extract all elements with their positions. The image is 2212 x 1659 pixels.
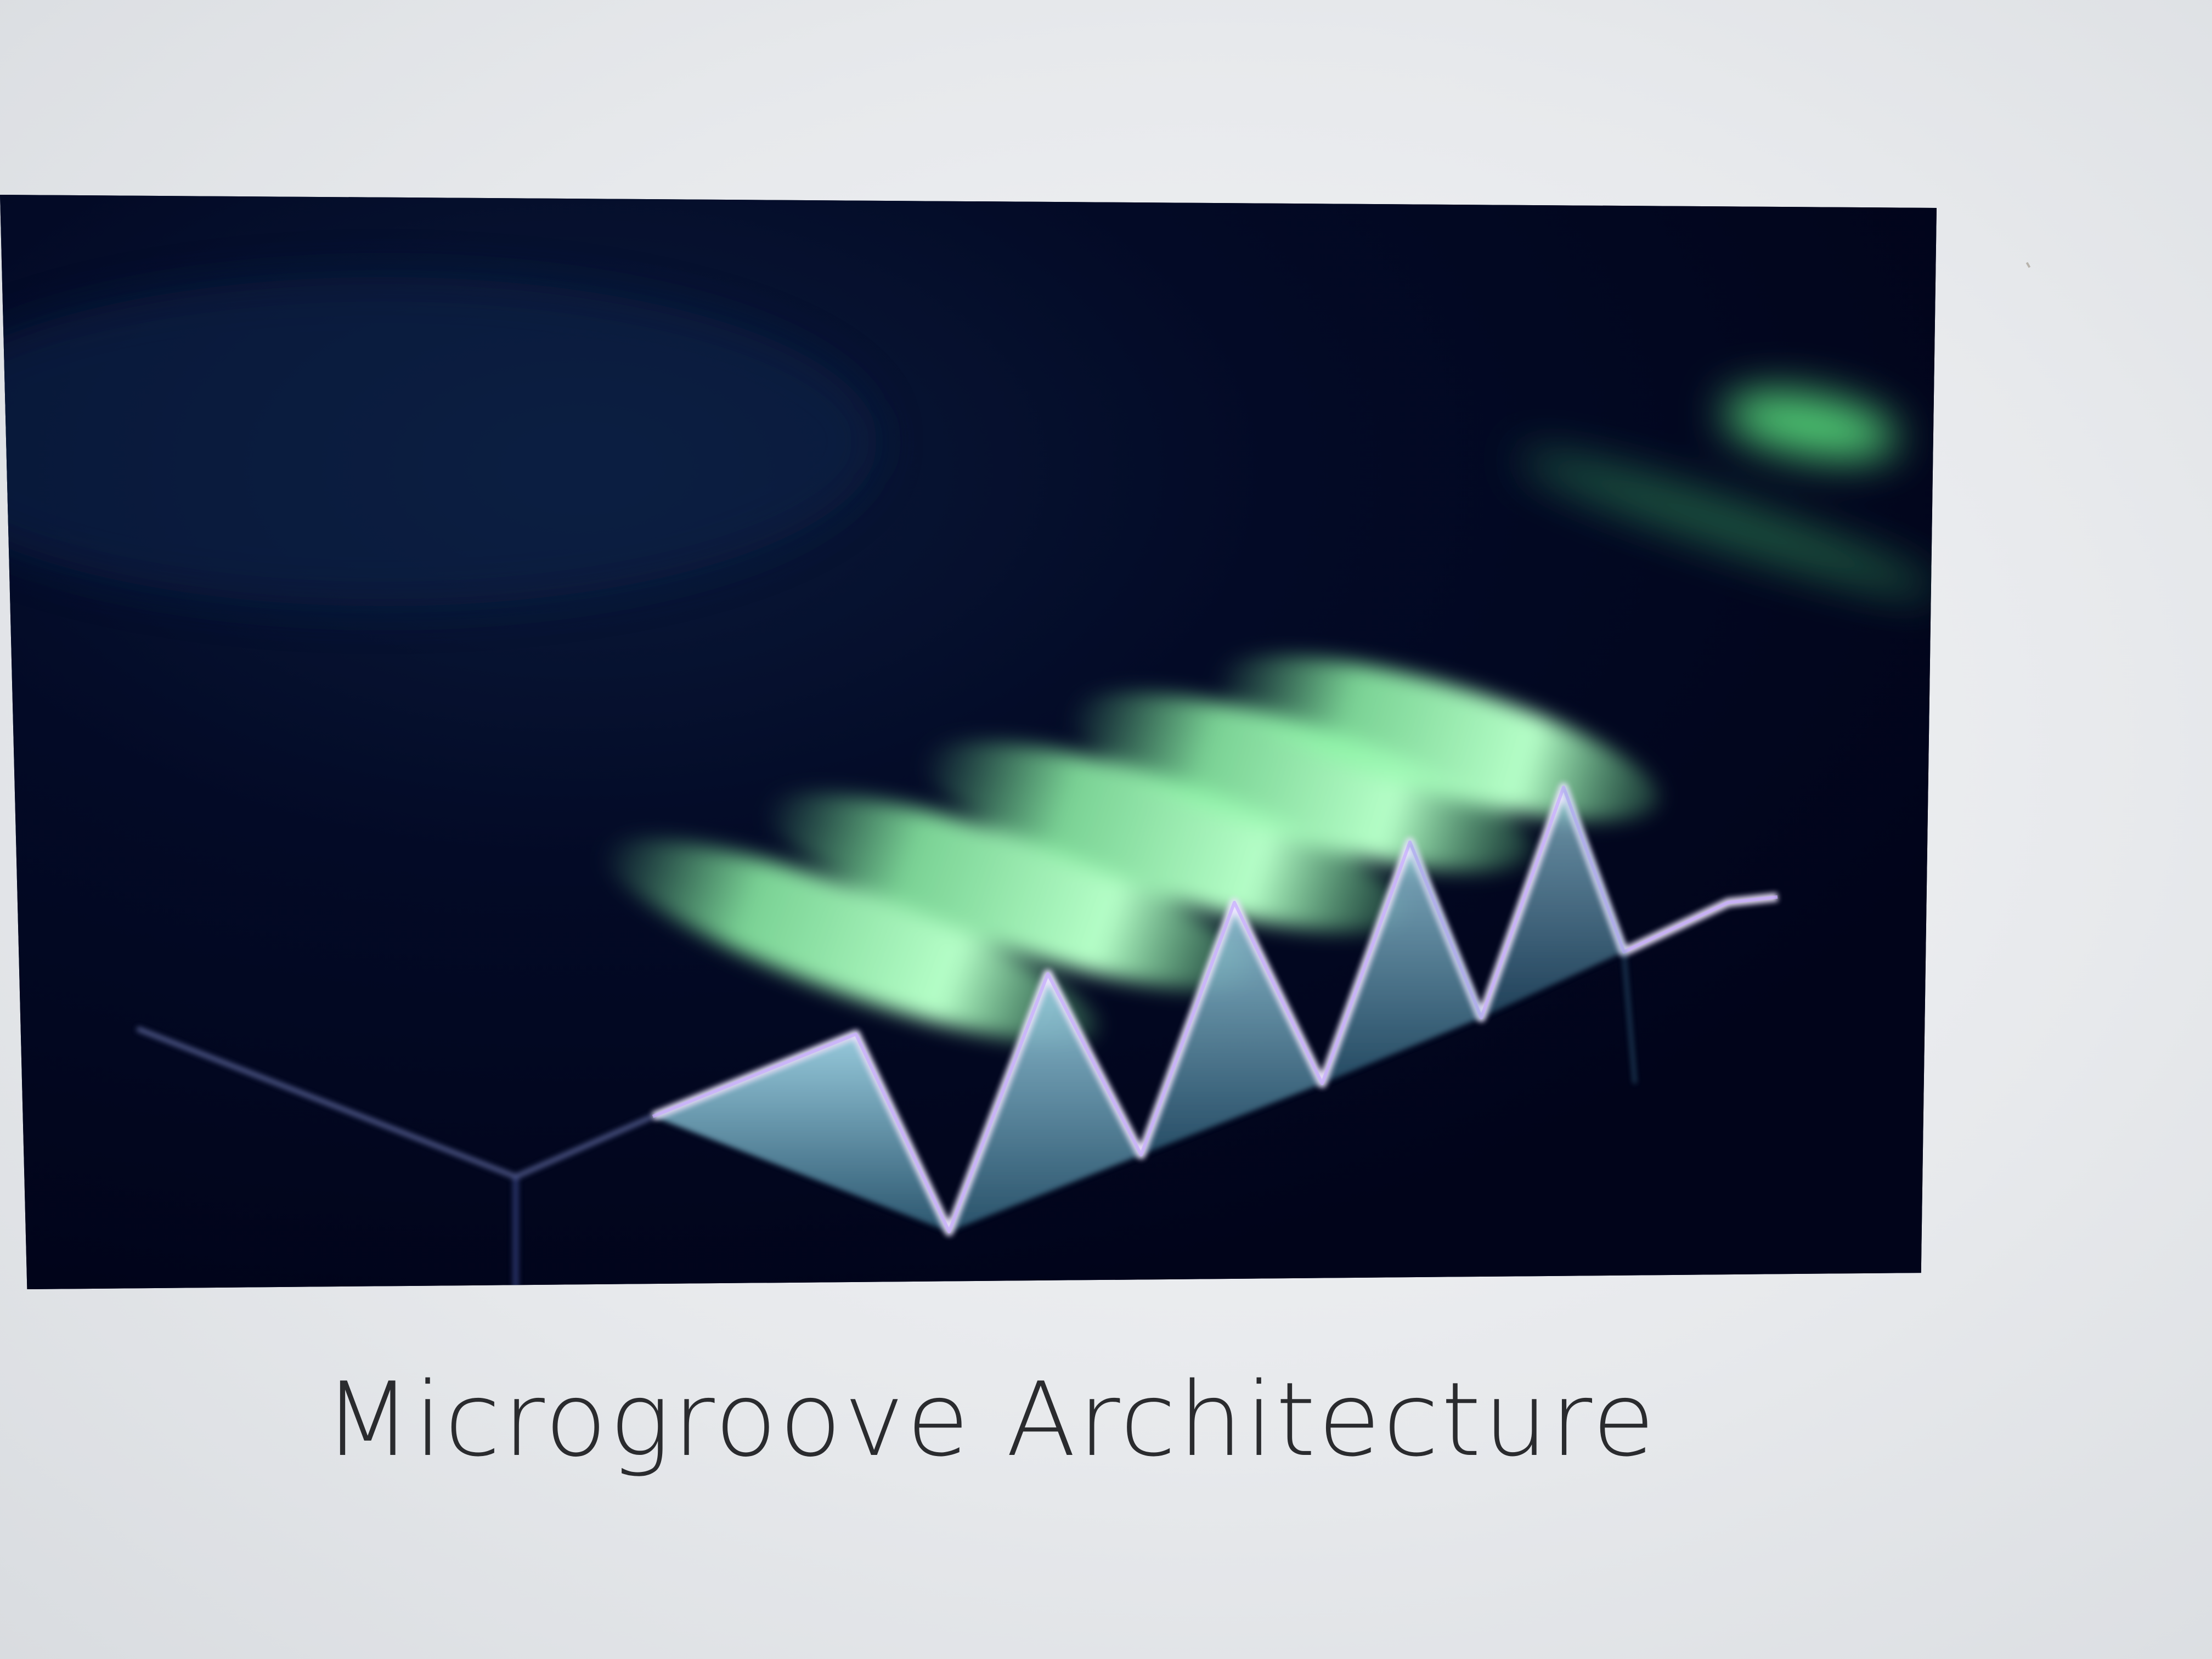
microgroove-render-image [0,195,1937,1289]
microgroove-illustration [0,195,1937,1289]
figure-caption: Microgroove Architecture [324,1360,1657,1479]
